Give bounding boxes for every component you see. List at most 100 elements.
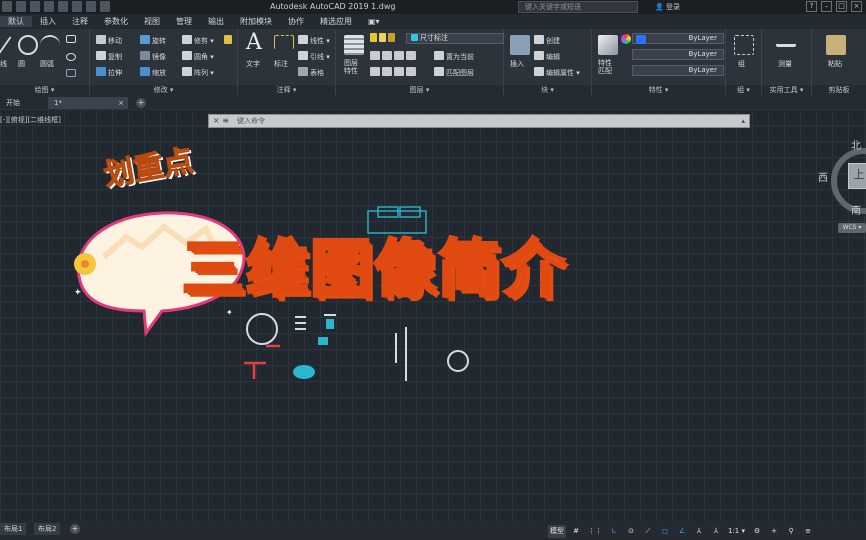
customize-menu-icon[interactable]: ≡ bbox=[801, 525, 815, 538]
settings-gear-icon[interactable]: ⚙ bbox=[750, 525, 764, 538]
drawing-tab[interactable]: 1* × bbox=[48, 97, 128, 109]
layer-properties-icon[interactable] bbox=[344, 35, 364, 55]
redo-icon[interactable] bbox=[100, 1, 110, 12]
ortho-icon[interactable]: ∟ bbox=[607, 525, 621, 538]
object-snap-icon[interactable]: ◻ bbox=[658, 525, 672, 538]
maximize-icon[interactable]: □ bbox=[836, 1, 847, 12]
edit-attributes-button[interactable]: 编辑属性 ▾ bbox=[534, 67, 580, 78]
rectangle-icon[interactable] bbox=[66, 35, 76, 43]
grid-icon[interactable]: # bbox=[569, 525, 583, 538]
new-file-icon[interactable] bbox=[16, 1, 26, 12]
sign-in-button[interactable]: 👤 登录 bbox=[655, 2, 680, 12]
layer-state-icons[interactable] bbox=[370, 33, 397, 43]
scale-button[interactable]: 缩放 bbox=[140, 67, 166, 78]
linetype-dropdown[interactable]: ByLayer bbox=[632, 65, 724, 76]
rotate-button[interactable]: 旋转 bbox=[140, 35, 166, 46]
tab-annotate[interactable]: 注释 bbox=[64, 16, 96, 27]
close-tab-icon[interactable]: × bbox=[118, 97, 124, 109]
ellipse-icon[interactable] bbox=[66, 53, 76, 61]
tab-featured-apps[interactable]: 精选应用 bbox=[312, 16, 360, 27]
model-toggle[interactable]: 模型 bbox=[548, 524, 566, 538]
tab-insert[interactable]: 插入 bbox=[32, 16, 64, 27]
circle-icon[interactable] bbox=[18, 35, 38, 55]
array-button[interactable]: 阵列 ▾ bbox=[182, 67, 214, 78]
match-layer-button[interactable]: 匹配图层 bbox=[434, 67, 474, 78]
hatch-icon[interactable] bbox=[66, 69, 76, 77]
leader-button[interactable]: 引线 ▾ bbox=[298, 51, 330, 62]
command-line[interactable]: × ≡ 键入命令 ▴ bbox=[208, 114, 750, 128]
help-icon[interactable]: ? bbox=[806, 1, 817, 12]
compass-south[interactable]: 南 bbox=[851, 202, 861, 217]
viewcube-top-face[interactable]: 上 bbox=[848, 163, 866, 189]
app-menu-icon[interactable] bbox=[2, 1, 12, 12]
app-title: Autodesk AutoCAD 2019 1.dwg bbox=[270, 2, 396, 11]
polar-icon[interactable]: ⊙ bbox=[624, 525, 638, 538]
layer-properties-label: 图层 特性 bbox=[344, 59, 358, 75]
save-as-icon[interactable] bbox=[58, 1, 68, 12]
viewport-controls[interactable]: [-][俯视][二维线框] bbox=[0, 115, 61, 125]
group-icon[interactable] bbox=[734, 35, 754, 55]
tab-output[interactable]: 输出 bbox=[200, 16, 232, 27]
pencil-icon[interactable] bbox=[224, 35, 234, 45]
isodraft-icon[interactable]: ⟋ bbox=[641, 525, 655, 538]
command-history-icon[interactable]: ▴ bbox=[741, 115, 745, 127]
new-tab-button[interactable]: + bbox=[136, 98, 146, 108]
arc-icon[interactable] bbox=[40, 35, 60, 55]
tab-manage[interactable]: 管理 bbox=[168, 16, 200, 27]
layer-tools-row-2[interactable] bbox=[370, 67, 418, 77]
undo-icon[interactable] bbox=[86, 1, 96, 12]
tab-parametric[interactable]: 参数化 bbox=[96, 16, 136, 27]
start-tab[interactable]: 开始 bbox=[0, 97, 44, 109]
tab-view[interactable]: 视图 bbox=[136, 16, 168, 27]
stretch-button[interactable]: 拉伸 bbox=[96, 67, 122, 78]
snap-icon[interactable]: ⋮⋮ bbox=[586, 525, 604, 538]
annotation-scale-icon[interactable]: ⅄ bbox=[692, 525, 706, 538]
make-current-button[interactable]: 置为当前 bbox=[434, 51, 474, 62]
insert-block-icon[interactable] bbox=[510, 35, 530, 55]
layer-tool-icon bbox=[406, 51, 416, 60]
tab-collaborate[interactable]: 协作 bbox=[280, 16, 312, 27]
model-space[interactable]: [-][俯视][二维线框] × ≡ 键入命令 ▴ 北 西 南 上 WCS ▾ ✦… bbox=[0, 109, 866, 521]
tab-addins[interactable]: 附加模块 bbox=[232, 16, 280, 27]
rotate-icon bbox=[140, 35, 150, 44]
trim-button[interactable]: 修剪 ▾ bbox=[182, 35, 214, 46]
annotation-visibility-icon[interactable]: ⅄ bbox=[709, 525, 723, 538]
color-dropdown[interactable]: ByLayer bbox=[632, 33, 724, 44]
minimize-icon[interactable]: – bbox=[821, 1, 832, 12]
layer-tools-row-1[interactable] bbox=[370, 51, 418, 61]
search-input[interactable]: 键入关键字或短语 bbox=[518, 1, 638, 13]
mirror-button[interactable]: 镜像 bbox=[140, 51, 166, 62]
linear-button[interactable]: 线性 ▾ bbox=[298, 35, 330, 46]
line-icon[interactable] bbox=[0, 36, 12, 54]
crosshair-icon[interactable]: + bbox=[767, 525, 781, 538]
scale-dropdown[interactable]: 1:1 ▾ bbox=[726, 525, 747, 538]
add-layout-button[interactable]: + bbox=[70, 524, 80, 534]
save-icon[interactable] bbox=[44, 1, 54, 12]
plot-icon[interactable] bbox=[72, 1, 82, 12]
layer-dropdown[interactable]: 尺寸标注 bbox=[406, 33, 504, 44]
measure-icon[interactable] bbox=[776, 35, 796, 47]
paste-icon[interactable] bbox=[826, 35, 846, 55]
close-icon[interactable]: × bbox=[851, 1, 862, 12]
fillet-button[interactable]: 圆角 ▾ bbox=[182, 51, 214, 62]
open-file-icon[interactable] bbox=[30, 1, 40, 12]
table-button[interactable]: 表格 bbox=[298, 67, 324, 78]
isolate-icon[interactable]: ⚲ bbox=[784, 525, 798, 538]
tab-overflow[interactable]: ▣▾ bbox=[360, 17, 388, 26]
dimension-icon[interactable] bbox=[274, 35, 294, 49]
compass-west[interactable]: 西 bbox=[818, 169, 828, 184]
create-block-button[interactable]: 创建 bbox=[534, 35, 560, 46]
lineweight-dropdown[interactable]: ByLayer bbox=[632, 49, 724, 60]
move-button[interactable]: 移动 bbox=[96, 35, 122, 46]
edit-block-button[interactable]: 编辑 bbox=[534, 51, 560, 62]
otrack-icon[interactable]: ∠ bbox=[675, 525, 689, 538]
layout-tab-1[interactable]: 布局1 bbox=[0, 523, 27, 535]
text-icon[interactable]: A bbox=[246, 32, 266, 54]
tab-home[interactable]: 默认 bbox=[0, 16, 32, 27]
layout-tab-2[interactable]: 布局2 bbox=[34, 523, 61, 535]
wcs-menu[interactable]: WCS ▾ bbox=[838, 223, 866, 233]
match-properties-icon[interactable] bbox=[598, 35, 618, 55]
copy-button[interactable]: 复制 bbox=[96, 51, 122, 62]
compass-north[interactable]: 北 bbox=[851, 137, 861, 152]
close-command-icon[interactable]: × ≡ bbox=[213, 115, 229, 127]
